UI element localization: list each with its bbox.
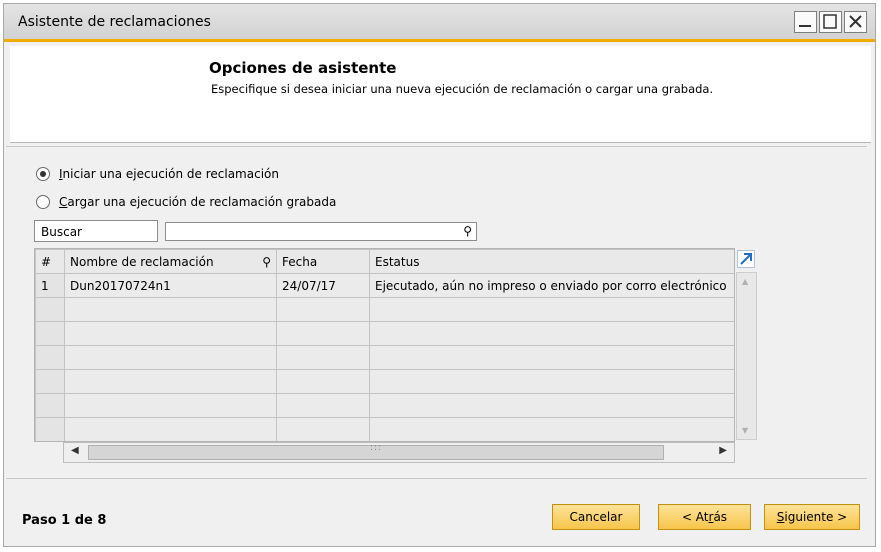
arrow-down-icon[interactable]: ▼ xyxy=(742,426,748,435)
row-number xyxy=(35,369,65,394)
table-header-row: # Nombre de reclamación ⚲ Fecha Estatus xyxy=(35,249,734,274)
cancel-button[interactable]: Cancelar xyxy=(552,504,640,530)
title-bar[interactable]: Asistente de reclamaciones xyxy=(4,4,875,42)
key-icon: ⚲ xyxy=(463,224,472,238)
row-date xyxy=(276,345,370,370)
table-row[interactable] xyxy=(35,393,734,418)
table-row[interactable] xyxy=(35,417,734,441)
row-name xyxy=(64,321,277,346)
option-new-run-label: Iniciar una ejecución de reclamación xyxy=(59,167,279,181)
search-field-label[interactable]: Buscar xyxy=(34,220,158,242)
option-new-run[interactable]: Iniciar una ejecución de reclamación xyxy=(36,165,279,183)
table-row[interactable] xyxy=(35,297,734,322)
row-status xyxy=(369,345,734,370)
row-date xyxy=(276,297,370,322)
column-header-status[interactable]: Estatus xyxy=(369,249,734,274)
arrow-left-icon[interactable]: ◀ xyxy=(71,445,79,456)
row-number: 1 xyxy=(35,273,65,298)
table-row[interactable] xyxy=(35,321,734,346)
row-status xyxy=(369,297,734,322)
step-indicator: Paso 1 de 8 xyxy=(22,513,107,528)
close-icon xyxy=(849,15,862,28)
option-load-saved-label: Cargar una ejecución de reclamación grab… xyxy=(59,195,337,209)
row-date xyxy=(276,393,370,418)
dunning-runs-table[interactable]: # Nombre de reclamación ⚲ Fecha Estatus 1… xyxy=(34,248,735,442)
grip-icon: ::: xyxy=(370,443,383,453)
page-title: Opciones de asistente xyxy=(209,59,397,77)
scroll-thumb[interactable]: ::: xyxy=(88,443,664,460)
horizontal-scrollbar[interactable]: ◀ ::: ▶ xyxy=(63,442,735,463)
header-divider xyxy=(6,146,867,147)
row-date xyxy=(276,417,370,441)
column-header-name[interactable]: Nombre de reclamación ⚲ xyxy=(64,249,277,274)
row-number xyxy=(35,393,65,418)
row-status xyxy=(369,321,734,346)
key-icon: ⚲ xyxy=(262,254,271,269)
minimize-icon xyxy=(799,25,811,27)
table-row[interactable] xyxy=(35,345,734,370)
column-header-number[interactable]: # xyxy=(35,249,65,274)
window-title: Asistente de reclamaciones xyxy=(18,14,211,30)
maximize-button[interactable] xyxy=(819,11,842,33)
option-load-saved[interactable]: Cargar una ejecución de reclamación grab… xyxy=(36,193,336,211)
arrow-up-icon[interactable]: ▲ xyxy=(742,277,748,286)
table-row[interactable] xyxy=(35,369,734,394)
row-number xyxy=(35,345,65,370)
row-name xyxy=(64,345,277,370)
row-name xyxy=(64,393,277,418)
back-button[interactable]: < Atrás xyxy=(658,504,751,530)
row-name: Dun20170724n1 xyxy=(64,273,277,298)
arrow-right-icon[interactable]: ▶ xyxy=(719,445,727,456)
maximize-icon xyxy=(823,14,837,29)
radio-new-run[interactable] xyxy=(36,167,50,181)
row-status xyxy=(369,369,734,394)
row-status xyxy=(369,393,734,418)
row-status xyxy=(369,417,734,441)
minimize-button[interactable] xyxy=(794,11,817,33)
wizard-header: Opciones de asistente Especifique si des… xyxy=(10,46,871,143)
row-number xyxy=(35,417,65,441)
table-row[interactable]: 1 Dun20170724n1 24/07/17 Ejecutado, aún … xyxy=(35,273,734,298)
row-number xyxy=(35,321,65,346)
row-date xyxy=(276,369,370,394)
row-date: 24/07/17 xyxy=(276,273,370,298)
expand-icon[interactable] xyxy=(737,250,755,268)
row-name xyxy=(64,417,277,441)
vertical-scrollbar[interactable]: ▲ ▼ xyxy=(736,272,757,440)
row-date xyxy=(276,321,370,346)
close-button[interactable] xyxy=(844,11,867,33)
search-input[interactable]: ⚲ xyxy=(165,222,477,241)
next-button[interactable]: Siguiente > xyxy=(764,504,860,530)
row-status: Ejecutado, aún no impreso o enviado por … xyxy=(369,273,734,298)
row-name xyxy=(64,369,277,394)
footer-divider xyxy=(6,478,867,479)
column-header-date[interactable]: Fecha xyxy=(276,249,370,274)
column-header-name-label: Nombre de reclamación xyxy=(70,254,214,269)
page-subtitle: Especifique si desea iniciar una nueva e… xyxy=(211,82,714,96)
radio-load-saved[interactable] xyxy=(36,195,50,209)
row-number xyxy=(35,297,65,322)
row-name xyxy=(64,297,277,322)
